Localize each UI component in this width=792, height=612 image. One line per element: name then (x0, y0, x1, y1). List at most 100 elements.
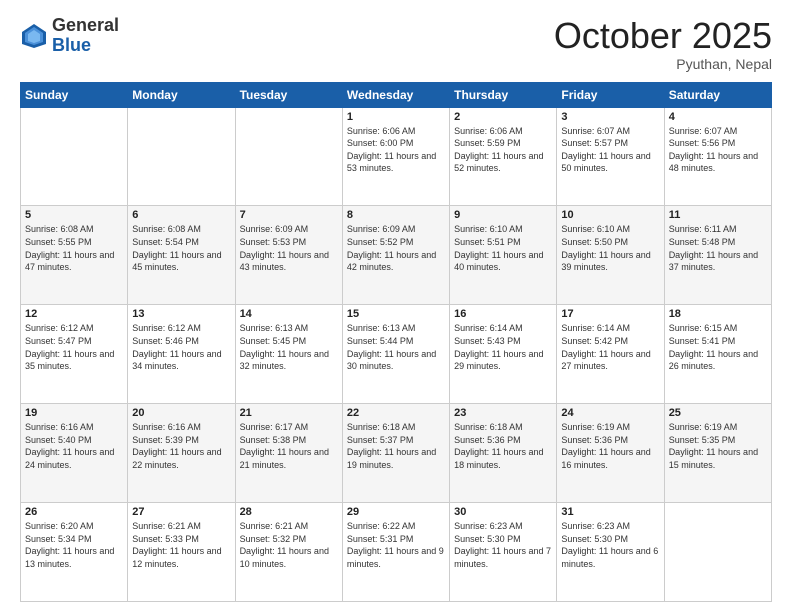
logo: General Blue (20, 16, 119, 56)
day-number: 9 (454, 209, 552, 221)
table-row: 25 Sunrise: 6:19 AM Sunset: 5:35 PM Dayli… (664, 404, 771, 503)
table-row: 4 Sunrise: 6:07 AM Sunset: 5:56 PM Daylig… (664, 107, 771, 206)
table-row: 22Sunrise: 6:18 AM Sunset: 5:37 PM Dayli… (342, 404, 449, 503)
day-info: Sunrise: 6:10 AM Sunset: 5:50 PM Dayligh… (561, 223, 659, 273)
day-number: 10 (561, 209, 659, 221)
col-wednesday: Wednesday (342, 82, 449, 107)
day-number: 13 (132, 308, 230, 320)
day-info: Sunrise: 6:20 AM Sunset: 5:34 PM Dayligh… (25, 520, 123, 570)
table-row: 14Sunrise: 6:13 AM Sunset: 5:45 PM Dayli… (235, 305, 342, 404)
day-info: Sunrise: 6:13 AM Sunset: 5:44 PM Dayligh… (347, 322, 445, 372)
table-row: 10 Sunrise: 6:10 AM Sunset: 5:50 PM Dayli… (557, 206, 664, 305)
table-row (235, 107, 342, 206)
table-row: 12 Sunrise: 6:12 AM Sunset: 5:47 PM Dayli… (21, 305, 128, 404)
day-number: 31 (561, 506, 659, 518)
day-number: 1 (347, 111, 445, 123)
day-info: Sunrise: 6:07 AM Sunset: 5:56 PM Dayligh… (669, 125, 767, 175)
col-tuesday: Tuesday (235, 82, 342, 107)
table-row: 16 Sunrise: 6:14 AM Sunset: 5:43 PM Dayli… (450, 305, 557, 404)
calendar-week-row: 12 Sunrise: 6:12 AM Sunset: 5:47 PM Dayli… (21, 305, 772, 404)
logo-blue-text: Blue (52, 35, 91, 55)
day-number: 19 (25, 407, 123, 419)
day-info: Sunrise: 6:11 AM Sunset: 5:48 PM Dayligh… (669, 223, 767, 273)
table-row: 17Sunrise: 6:14 AM Sunset: 5:42 PM Dayli… (557, 305, 664, 404)
day-info: Sunrise: 6:18 AM Sunset: 5:36 PM Dayligh… (454, 421, 552, 471)
calendar-week-row: 5 Sunrise: 6:08 AM Sunset: 5:55 PM Daylig… (21, 206, 772, 305)
table-row: 1Sunrise: 6:06 AM Sunset: 6:00 PM Daylig… (342, 107, 449, 206)
col-friday: Friday (557, 82, 664, 107)
table-row: 27 Sunrise: 6:21 AM Sunset: 5:33 PM Dayli… (128, 503, 235, 602)
day-number: 21 (240, 407, 338, 419)
table-row: 3 Sunrise: 6:07 AM Sunset: 5:57 PM Daylig… (557, 107, 664, 206)
table-row: 21 Sunrise: 6:17 AM Sunset: 5:38 PM Dayli… (235, 404, 342, 503)
month-title: October 2025 (554, 16, 772, 56)
col-thursday: Thursday (450, 82, 557, 107)
table-row: 7Sunrise: 6:09 AM Sunset: 5:53 PM Daylig… (235, 206, 342, 305)
table-row: 29 Sunrise: 6:22 AM Sunset: 5:31 PM Dayli… (342, 503, 449, 602)
day-number: 4 (669, 111, 767, 123)
day-number: 11 (669, 209, 767, 221)
day-number: 17 (561, 308, 659, 320)
day-info: Sunrise: 6:09 AM Sunset: 5:53 PM Dayligh… (240, 223, 338, 273)
day-number: 23 (454, 407, 552, 419)
table-row: 9 Sunrise: 6:10 AM Sunset: 5:51 PM Daylig… (450, 206, 557, 305)
day-number: 2 (454, 111, 552, 123)
day-info: Sunrise: 6:07 AM Sunset: 5:57 PM Dayligh… (561, 125, 659, 175)
day-number: 6 (132, 209, 230, 221)
table-row (128, 107, 235, 206)
page: General Blue October 2025 Pyuthan, Nepal… (0, 0, 792, 612)
calendar-table: Sunday Monday Tuesday Wednesday Thursday… (20, 82, 772, 602)
day-number: 29 (347, 506, 445, 518)
day-info: Sunrise: 6:16 AM Sunset: 5:40 PM Dayligh… (25, 421, 123, 471)
logo-general-text: General (52, 15, 119, 35)
day-info: Sunrise: 6:21 AM Sunset: 5:32 PM Dayligh… (240, 520, 338, 570)
day-number: 15 (347, 308, 445, 320)
day-info: Sunrise: 6:06 AM Sunset: 5:59 PM Dayligh… (454, 125, 552, 175)
day-number: 16 (454, 308, 552, 320)
table-row: 28Sunrise: 6:21 AM Sunset: 5:32 PM Dayli… (235, 503, 342, 602)
day-info: Sunrise: 6:12 AM Sunset: 5:47 PM Dayligh… (25, 322, 123, 372)
table-row: 13 Sunrise: 6:12 AM Sunset: 5:46 PM Dayli… (128, 305, 235, 404)
day-number: 14 (240, 308, 338, 320)
day-number: 12 (25, 308, 123, 320)
day-info: Sunrise: 6:19 AM Sunset: 5:36 PM Dayligh… (561, 421, 659, 471)
day-info: Sunrise: 6:14 AM Sunset: 5:43 PM Dayligh… (454, 322, 552, 372)
day-info: Sunrise: 6:09 AM Sunset: 5:52 PM Dayligh… (347, 223, 445, 273)
col-sunday: Sunday (21, 82, 128, 107)
table-row: 24 Sunrise: 6:19 AM Sunset: 5:36 PM Dayli… (557, 404, 664, 503)
day-number: 30 (454, 506, 552, 518)
table-row: 2 Sunrise: 6:06 AM Sunset: 5:59 PM Daylig… (450, 107, 557, 206)
day-number: 5 (25, 209, 123, 221)
title-block: October 2025 Pyuthan, Nepal (554, 16, 772, 72)
day-number: 18 (669, 308, 767, 320)
day-number: 3 (561, 111, 659, 123)
table-row (21, 107, 128, 206)
table-row: 26 Sunrise: 6:20 AM Sunset: 5:34 PM Dayli… (21, 503, 128, 602)
day-info: Sunrise: 6:08 AM Sunset: 5:55 PM Dayligh… (25, 223, 123, 273)
day-info: Sunrise: 6:10 AM Sunset: 5:51 PM Dayligh… (454, 223, 552, 273)
calendar-week-row: 26 Sunrise: 6:20 AM Sunset: 5:34 PM Dayli… (21, 503, 772, 602)
day-number: 27 (132, 506, 230, 518)
table-row: 20Sunrise: 6:16 AM Sunset: 5:39 PM Dayli… (128, 404, 235, 503)
location: Pyuthan, Nepal (554, 56, 772, 72)
day-info: Sunrise: 6:22 AM Sunset: 5:31 PM Dayligh… (347, 520, 445, 570)
table-row: 8 Sunrise: 6:09 AM Sunset: 5:52 PM Daylig… (342, 206, 449, 305)
col-monday: Monday (128, 82, 235, 107)
day-info: Sunrise: 6:17 AM Sunset: 5:38 PM Dayligh… (240, 421, 338, 471)
day-info: Sunrise: 6:12 AM Sunset: 5:46 PM Dayligh… (132, 322, 230, 372)
day-number: 20 (132, 407, 230, 419)
table-row: 6Sunrise: 6:08 AM Sunset: 5:54 PM Daylig… (128, 206, 235, 305)
table-row: 15 Sunrise: 6:13 AM Sunset: 5:44 PM Dayli… (342, 305, 449, 404)
day-info: Sunrise: 6:23 AM Sunset: 5:30 PM Dayligh… (454, 520, 552, 570)
header: General Blue October 2025 Pyuthan, Nepal (20, 16, 772, 72)
table-row: 5 Sunrise: 6:08 AM Sunset: 5:55 PM Daylig… (21, 206, 128, 305)
day-info: Sunrise: 6:19 AM Sunset: 5:35 PM Dayligh… (669, 421, 767, 471)
table-row: 23 Sunrise: 6:18 AM Sunset: 5:36 PM Dayli… (450, 404, 557, 503)
day-info: Sunrise: 6:21 AM Sunset: 5:33 PM Dayligh… (132, 520, 230, 570)
day-number: 8 (347, 209, 445, 221)
table-row: 11 Sunrise: 6:11 AM Sunset: 5:48 PM Dayli… (664, 206, 771, 305)
day-number: 22 (347, 407, 445, 419)
day-number: 24 (561, 407, 659, 419)
day-number: 26 (25, 506, 123, 518)
day-number: 25 (669, 407, 767, 419)
